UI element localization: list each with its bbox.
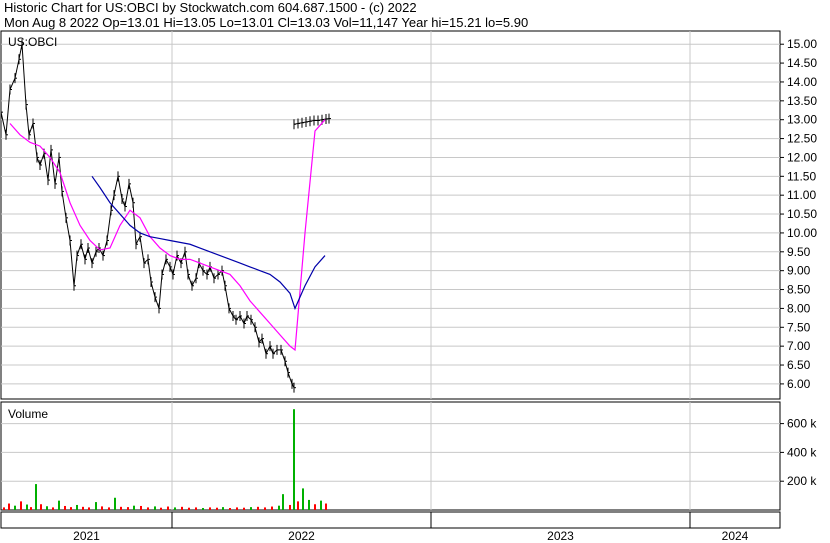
- price-tick-label: 11.50: [787, 169, 816, 183]
- volume-bar: [302, 488, 304, 510]
- volume-bar: [160, 507, 162, 510]
- year-label: 2024: [722, 529, 749, 543]
- volume-bar: [26, 504, 28, 510]
- price-tick-label: 7.00: [787, 339, 811, 353]
- volume-bar: [314, 504, 316, 510]
- price-tick-label: 14.00: [787, 75, 817, 89]
- chart-frames: [0, 30, 781, 529]
- volume-bar: [264, 507, 266, 510]
- volume-bar: [325, 503, 327, 510]
- volume-bar: [82, 506, 84, 510]
- volume-bar: [120, 506, 122, 510]
- price-tick-label: 6.00: [787, 377, 811, 391]
- price-tick-label: 9.50: [787, 245, 811, 259]
- volume-bar: [289, 504, 291, 510]
- price-panel-frame: [0, 30, 781, 400]
- volume-bar: [114, 497, 116, 510]
- volume-bar: [167, 506, 169, 510]
- volume-bar: [46, 506, 48, 510]
- price-grid: [1, 31, 780, 528]
- volume-grid: [1, 402, 780, 510]
- volume-bar: [181, 506, 183, 510]
- year-label: 2023: [547, 529, 574, 543]
- volume-bar: [147, 507, 149, 510]
- volume-bar: [320, 500, 322, 510]
- volume-bar: [108, 507, 110, 510]
- volume-bar: [64, 505, 66, 510]
- price-tick-label: 10.00: [787, 226, 817, 240]
- short-moving-average-line: [9, 119, 326, 352]
- price-tick-label: 14.50: [787, 56, 817, 70]
- volume-panel-frame: [0, 401, 781, 511]
- price-tick-label: 8.50: [787, 283, 811, 297]
- stock-chart: 15.00 14.50 14.00 13.50 13.00 12.50 12.00 11.50…: [0, 30, 817, 543]
- volume-bar: [8, 503, 10, 510]
- price-tick-label: 10.50: [787, 207, 817, 221]
- volume-bar: [209, 507, 211, 510]
- price-tick-label: 11.00: [787, 188, 816, 202]
- volume-bar: [88, 507, 90, 510]
- year-label: 2022: [288, 529, 315, 543]
- volume-bar: [195, 507, 197, 510]
- price-tick-label: 7.50: [787, 320, 811, 334]
- price-series: [0, 39, 331, 393]
- price-tick-label: 15.00: [787, 37, 817, 51]
- volume-bar: [188, 507, 190, 510]
- volume-bar: [229, 507, 231, 510]
- volume-bar: [271, 506, 273, 510]
- volume-bar: [95, 502, 97, 510]
- volume-bar: [278, 505, 280, 510]
- price-tick-label: 9.00: [787, 264, 811, 278]
- volume-bar: [282, 494, 284, 510]
- volume-bar: [14, 505, 16, 510]
- volume-bar: [127, 507, 129, 510]
- volume-bar: [20, 501, 22, 510]
- price-y-axis: 15.00 14.50 14.00 13.50 13.00 12.50 12.00 11.50…: [780, 37, 817, 391]
- volume-bar: [70, 507, 72, 510]
- volume-tick-label: 400 k: [787, 445, 817, 459]
- volume-bar: [174, 507, 176, 510]
- volume-bar: [3, 507, 5, 510]
- volume-bar: [40, 504, 42, 510]
- price-tick-label: 8.00: [787, 301, 811, 315]
- volume-bar: [222, 507, 224, 510]
- volume-bar: [257, 506, 259, 510]
- volume-bar: [216, 507, 218, 510]
- volume-bar: [76, 504, 78, 510]
- year-label: 2021: [73, 529, 100, 543]
- volume-bar: [236, 507, 238, 510]
- volume-bar: [140, 505, 142, 510]
- volume-bar: [243, 507, 245, 510]
- volume-tick-label: 600 k: [787, 417, 817, 431]
- volume-bars: [3, 409, 327, 510]
- volume-bar: [293, 409, 295, 510]
- volume-panel-title: Volume: [8, 407, 48, 421]
- volume-bar: [30, 507, 32, 510]
- price-trace: [0, 44, 295, 388]
- price-tick-label: 12.00: [787, 150, 817, 164]
- volume-bar: [297, 501, 299, 510]
- price-tick-label: 12.50: [787, 132, 817, 146]
- price-panel-title: US:OBCI: [8, 35, 57, 49]
- volume-bar: [308, 499, 310, 510]
- volume-bar: [250, 507, 252, 510]
- volume-bar: [133, 505, 135, 510]
- volume-bar: [101, 506, 103, 510]
- volume-bar: [154, 506, 156, 510]
- price-tick-label: 6.50: [787, 358, 811, 372]
- volume-bar: [35, 484, 37, 510]
- volume-y-axis: 600 k 400 k 200 k: [780, 417, 817, 488]
- date-axis-frame: [0, 511, 781, 529]
- price-tick-label: 13.00: [787, 113, 817, 127]
- volume-bar: [58, 500, 60, 510]
- volume-tick-label: 200 k: [787, 474, 817, 488]
- volume-bar: [202, 507, 204, 510]
- volume-bar: [52, 507, 54, 510]
- date-x-axis: 2021 2022 2023 2024: [73, 529, 749, 543]
- price-tick-label: 13.50: [787, 94, 817, 108]
